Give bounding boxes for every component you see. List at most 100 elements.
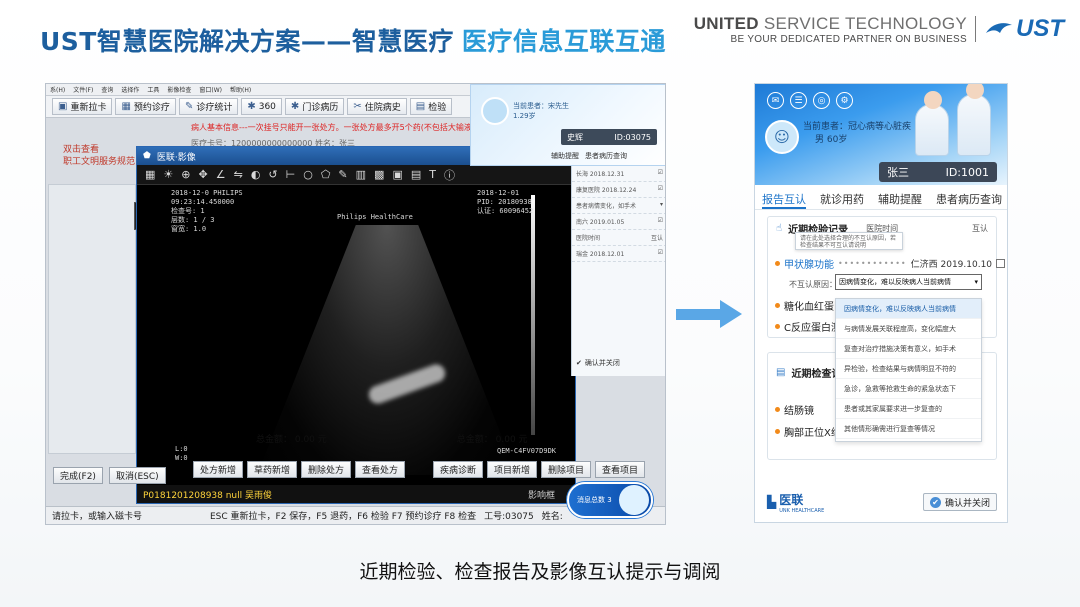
contrast-icon[interactable]: ◐	[251, 168, 261, 181]
viewer-status-bar: P0181201208938 null 吴雨俊 影响框	[137, 485, 575, 503]
brightness-icon[interactable]: ☀	[163, 168, 173, 181]
dropdown-option[interactable]: 异检验，检查结果与病情明显不符的	[836, 359, 981, 379]
zoom-icon[interactable]: ⊕	[181, 168, 190, 181]
dropdown-option[interactable]: 患者或其家属要求进一步复查的	[836, 399, 981, 419]
mail-icon[interactable]: ✉	[767, 92, 784, 109]
lab-test-button[interactable]: ▤ 检验	[409, 98, 453, 115]
dropdown-option[interactable]: 因病情变化，难以反映病人当前病情	[836, 299, 981, 319]
menu-item[interactable]: 系(H)	[50, 85, 65, 94]
patient-summary: 当前患者：宋先生 1.29岁	[513, 102, 569, 120]
delete-prescription-button[interactable]: 删除处方	[301, 461, 352, 478]
tab-reminders[interactable]: 辅助提醒	[878, 188, 922, 209]
lab-row-thyroid[interactable]: 甲状腺功能 •••••••••••• 仁济西 2019.10.10	[775, 256, 1006, 271]
dropdown-option[interactable]: 复查对治疗措施决策有意义，如手术	[836, 339, 981, 359]
view-360-button[interactable]: ✱ 360	[241, 98, 282, 115]
tab-reminders[interactable]: 辅助提醒	[551, 151, 579, 167]
flip-icon[interactable]: ⇋	[234, 168, 243, 181]
avatar: ☺	[765, 120, 799, 154]
list-item[interactable]: 患者病情变化，如手术 ▾	[572, 198, 665, 214]
confirm-close-button[interactable]: ✔ 确认并关闭	[922, 493, 997, 511]
dropdown-option[interactable]: 急诊，急救等抢救生命的紧急状态下	[836, 379, 981, 399]
delete-item-button[interactable]: 删除项目	[541, 461, 592, 478]
dolphin-icon	[986, 23, 1012, 33]
diagnosis-button[interactable]: 疾病诊断	[433, 461, 484, 478]
save-icon[interactable]: ▣	[392, 168, 402, 181]
measure-angle-icon[interactable]: ∠	[216, 168, 226, 181]
menu-item[interactable]: 选择作	[121, 85, 139, 94]
tab-medication[interactable]: 就诊用药	[820, 188, 864, 209]
polygon-icon[interactable]: ⬠	[321, 168, 331, 181]
menu-item[interactable]: 查询	[101, 85, 113, 94]
list-item[interactable]: 康复医院 2018.12.24 ☑	[572, 182, 665, 198]
totals-row: 总金额： 0.00 元 总金额： 0.00 元	[256, 432, 528, 445]
frames-icon[interactable]: ▥	[356, 168, 366, 181]
reason-select[interactable]: 因病情变化，难以反映病人当前病情 ▾	[835, 274, 982, 290]
cancel-button[interactable]: 取消(ESC)	[108, 467, 166, 484]
dropdown-option[interactable]: 与病情发展关联程度高，变化幅度大	[836, 319, 981, 339]
message-icon[interactable]: ☰	[790, 92, 807, 109]
brand-name: UNITED SERVICE TECHNOLOGY	[693, 13, 967, 33]
ruler-icon[interactable]: ⊢	[286, 168, 296, 181]
finish-button[interactable]: 完成(F2)	[53, 467, 103, 484]
report-recognition-panel: ✉ ☰ ◎ ⚙ ☺ 当前患者：冠心病等心脏疾 男 60岁 张三 ID:1001 …	[754, 83, 1008, 523]
layout-icon[interactable]: ▦	[145, 168, 155, 181]
add-prescription-button[interactable]: 处方新增	[193, 461, 244, 478]
menu-item[interactable]: 工具	[147, 85, 159, 94]
move-icon[interactable]: ✥	[199, 168, 208, 181]
wrench-icon: ✂	[353, 101, 362, 112]
tab-history[interactable]: 患者病历查询	[585, 151, 627, 167]
view-item-button[interactable]: 查看项目	[595, 461, 646, 478]
form-actions: 完成(F2) 取消(ESC)	[53, 467, 166, 484]
patient-id: ID:1001	[945, 165, 989, 179]
patient-summary: 当前患者：冠心病等心脏疾 男 60岁	[803, 122, 912, 145]
view-prescription-button[interactable]: 查看处方	[355, 461, 406, 478]
left-side-panel	[48, 184, 136, 454]
list-item[interactable]: 长海 2018.12.31 ☑	[572, 166, 665, 182]
unk-logo-icon: ▙	[767, 495, 777, 509]
reason-tooltip: 请在此处选择合理的不互认原因，若检查结果不可互认请说明	[795, 232, 903, 250]
stats-button[interactable]: ✎ 诊疗统计	[178, 98, 239, 115]
info-icon[interactable]: ⓘ	[444, 167, 455, 183]
side-confirm-button[interactable]: ✔ 确认并关闭	[576, 356, 656, 370]
exam-row-colonoscopy[interactable]: 结肠镜	[775, 402, 814, 417]
settings-icon[interactable]: ⚙	[836, 92, 853, 109]
gray-scale-bar	[531, 195, 535, 435]
float-tabs: 辅助提醒 患者病历查询	[471, 151, 665, 167]
list-item[interactable]: 瑞金 2018.12.01 ☑	[572, 246, 665, 262]
rotate-icon[interactable]: ↺	[268, 168, 277, 181]
inpatient-history-button[interactable]: ✂ 住院病史	[347, 98, 407, 115]
slide: UST智慧医院解决方案——智慧医疗 医疗信息互联互通 UNITED SERVICE…	[0, 0, 1080, 607]
tab-report-recognition[interactable]: 报告互认	[762, 188, 806, 209]
card-icon: ▣	[58, 101, 68, 112]
pill-icon[interactable]: ◎	[813, 92, 830, 109]
annotation-icon[interactable]: ✎	[338, 168, 347, 181]
outpatient-record-button[interactable]: ✱ 门诊病历	[284, 98, 345, 115]
tab-history[interactable]: 患者病历查询	[936, 188, 1002, 209]
recognize-checkbox[interactable]	[996, 259, 1006, 268]
viewer-close-link[interactable]: 影响框	[528, 488, 555, 501]
viewer-logo-icon: ⬟	[143, 151, 151, 161]
print-icon[interactable]: ▤	[411, 168, 421, 181]
appointment-button[interactable]: ▦ 预约诊疗	[115, 98, 176, 115]
reswipe-card-button[interactable]: ▣ 重新拉卡	[52, 98, 113, 115]
message-widget[interactable]: 消息总数 3	[567, 482, 653, 518]
text-icon[interactable]: T	[429, 168, 436, 181]
add-item-button[interactable]: 项目新增	[487, 461, 538, 478]
chevron-down-icon: ▾	[974, 278, 978, 286]
circle-roi-icon[interactable]: ○	[303, 168, 313, 181]
overlay-top-right: 2018-12-01 PID: 20180938 认证: 60096452	[477, 189, 534, 215]
reason-label: 不互认原因：	[789, 280, 837, 289]
lab-row-hba1c[interactable]: 糖化血红蛋白	[775, 298, 844, 313]
overlay-center: Philips HealthCare	[337, 213, 413, 221]
menu-item[interactable]: 影像检查	[167, 85, 191, 94]
patient-name-bar: 史辉 ID:03075	[561, 129, 657, 145]
menu-item[interactable]: 帮助(H)	[230, 85, 251, 94]
exam-row-chest-xray[interactable]: 胸部正位X线	[775, 424, 841, 439]
dropdown-option[interactable]: 其他情形确需进行复查等情况	[836, 419, 981, 439]
menu-item[interactable]: 文件(F)	[73, 85, 93, 94]
add-herbal-button[interactable]: 草药新增	[247, 461, 298, 478]
menu-item[interactable]: 窗口(W)	[199, 85, 222, 94]
grid-icon[interactable]: ▩	[374, 168, 384, 181]
list-item[interactable]: 南六 2019.01.05 ☑	[572, 214, 665, 230]
check-icon: ✔	[576, 359, 582, 367]
